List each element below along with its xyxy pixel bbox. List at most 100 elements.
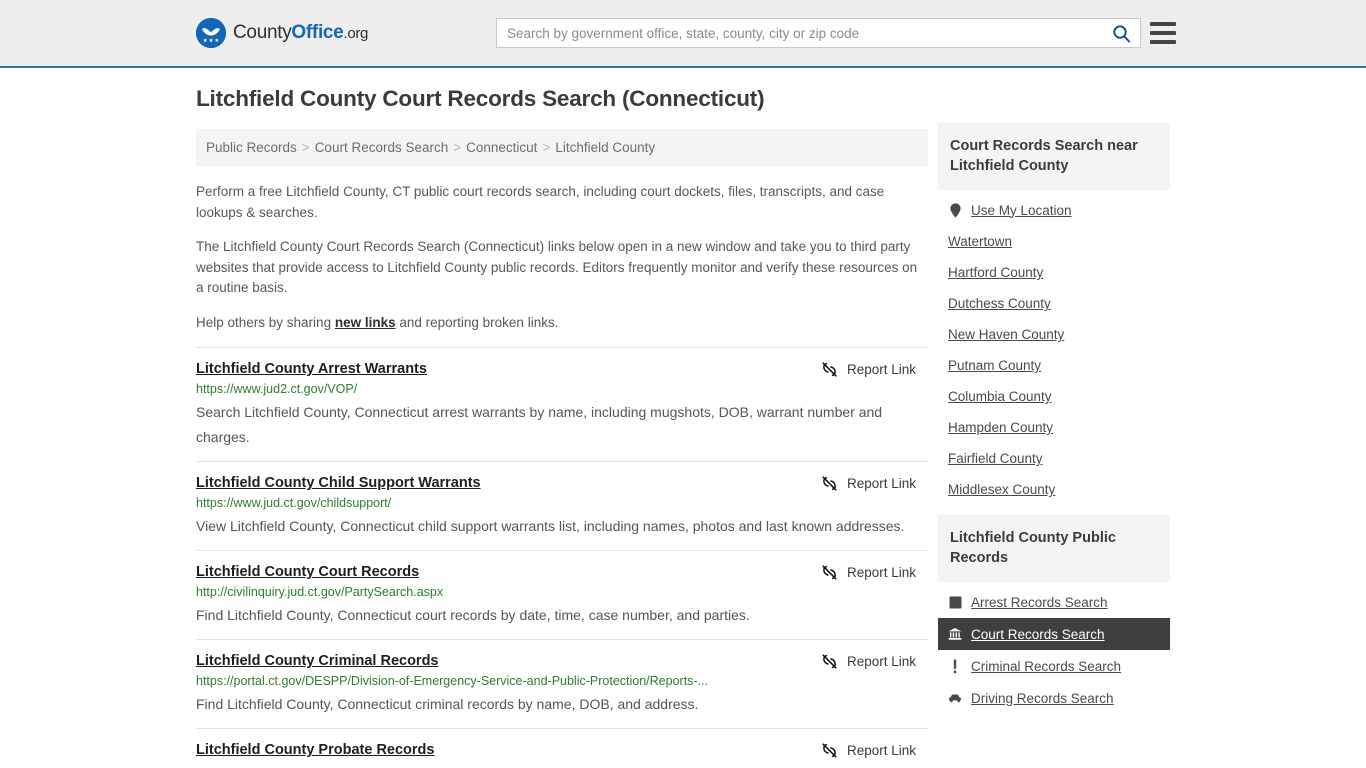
- sidebar-item-label[interactable]: New Haven County: [948, 327, 1064, 342]
- menu-bar-2: [1150, 31, 1176, 35]
- search-button[interactable]: [1102, 19, 1140, 47]
- sidebar-item-court-records-search[interactable]: Court Records Search: [938, 618, 1170, 650]
- sidebar-item-driving-records-search[interactable]: Driving Records Search: [938, 682, 1170, 714]
- result-title-link[interactable]: Litchfield County Arrest Warrants: [196, 361, 427, 377]
- sidebar-item-label[interactable]: Dutchess County: [948, 296, 1051, 311]
- report-link-button[interactable]: Report Link: [821, 742, 916, 759]
- courthouse-icon: [948, 626, 962, 642]
- report-link-button[interactable]: Report Link: [821, 361, 916, 378]
- result-item: Litchfield County Probate Records Report …: [196, 728, 928, 768]
- menu-bar-1: [1150, 22, 1176, 26]
- logo-text-org: .org: [343, 25, 369, 42]
- search-input[interactable]: [497, 19, 1102, 47]
- sidebar-item-label[interactable]: Putnam County: [948, 358, 1041, 373]
- panel-nearby-heading: Court Records Search near Litchfield Cou…: [938, 123, 1170, 190]
- site-header: CountyOffice.org: [0, 0, 1366, 68]
- broken-link-icon: [821, 564, 838, 581]
- broken-link-icon: [821, 475, 838, 492]
- breadcrumb-item-2[interactable]: Court Records Search: [315, 140, 449, 155]
- report-link-label: Report Link: [846, 565, 916, 580]
- result-item: Litchfield County Arrest Warrants https:/…: [196, 347, 928, 461]
- logo-text-office: Office: [291, 22, 344, 43]
- car-icon: [948, 690, 962, 706]
- breadcrumb-separator: >: [542, 140, 551, 155]
- sidebar-item-criminal-records-search[interactable]: Criminal Records Search: [938, 650, 1170, 682]
- report-link-button[interactable]: Report Link: [821, 564, 916, 581]
- report-link-label: Report Link: [846, 362, 916, 377]
- sidebar-item-use-my-location[interactable]: Use My Location: [938, 194, 1170, 226]
- sidebar-item-new-haven-county[interactable]: New Haven County: [938, 319, 1170, 350]
- sidebar-item-label[interactable]: Use My Location: [971, 203, 1072, 218]
- sidebar-item-label[interactable]: Driving Records Search: [971, 691, 1114, 706]
- site-logo[interactable]: CountyOffice.org: [196, 18, 368, 48]
- panel-nearby-searches: Court Records Search near Litchfield Cou…: [938, 123, 1170, 505]
- sidebar-item-label[interactable]: Criminal Records Search: [971, 659, 1121, 674]
- sidebar-item-putnam-county[interactable]: Putnam County: [938, 350, 1170, 381]
- sidebar-item-label[interactable]: Hampden County: [948, 420, 1053, 435]
- report-link-button[interactable]: Report Link: [821, 653, 916, 670]
- sidebar-item-middlesex-county[interactable]: Middlesex County: [938, 474, 1170, 505]
- fingerprint-card-icon: [948, 594, 962, 610]
- sidebar-item-arrest-records-search[interactable]: Arrest Records Search: [938, 586, 1170, 618]
- menu-bar-3: [1150, 40, 1176, 44]
- sidebar-item-fairfield-county[interactable]: Fairfield County: [938, 443, 1170, 474]
- sidebar-item-dutchess-county[interactable]: Dutchess County: [938, 288, 1170, 319]
- broken-link-icon: [821, 361, 838, 378]
- new-links-link[interactable]: new links: [335, 315, 396, 330]
- breadcrumb-separator: >: [301, 140, 310, 155]
- report-link-label: Report Link: [846, 743, 916, 758]
- result-item: Litchfield County Criminal Records https:…: [196, 639, 928, 728]
- result-url: https://www.jud.ct.gov/childsupport/: [196, 496, 392, 510]
- breadcrumb: Public Records > Court Records Search > Conn…: [196, 129, 928, 166]
- intro-p3-after: and reporting broken links.: [395, 314, 559, 330]
- sidebar-item-label[interactable]: Court Records Search: [971, 627, 1105, 642]
- report-link-button[interactable]: Report Link: [821, 475, 916, 492]
- page-title: Litchfield County Court Records Search (…: [196, 86, 765, 111]
- sidebar-item-label[interactable]: Hartford County: [948, 265, 1043, 280]
- broken-link-icon: [821, 653, 838, 670]
- countyoffice-eagle-logo-icon: [196, 18, 226, 48]
- result-url: https://portal.ct.gov/DESPP/Division-of-…: [196, 674, 708, 688]
- intro-paragraph-1: Perform a free Litchfield County, CT pub…: [196, 184, 885, 220]
- breadcrumb-item-3[interactable]: Connecticut: [466, 140, 537, 155]
- sidebar-item-columbia-county[interactable]: Columbia County: [938, 381, 1170, 412]
- result-title-link[interactable]: Litchfield County Probate Records: [196, 742, 434, 758]
- intro-paragraph-3: Help others by sharing new links and rep…: [196, 313, 928, 334]
- broken-link-icon: [821, 742, 838, 759]
- sidebar-item-label[interactable]: Columbia County: [948, 389, 1052, 404]
- search-bar[interactable]: [496, 18, 1141, 48]
- nearby-list: Use My Location Watertown Hartford County D…: [938, 190, 1170, 505]
- sidebar: Court Records Search near Litchfield Cou…: [938, 123, 1170, 724]
- result-description: Search Litchfield County, Connecticut ar…: [196, 404, 883, 445]
- public-records-list: Arrest Records Search Court Records Searc…: [938, 582, 1170, 714]
- result-item: Litchfield County Child Support Warrants…: [196, 461, 928, 550]
- panel-public-records: Litchfield County Public Records Arrest …: [938, 515, 1170, 714]
- sidebar-item-hartford-county[interactable]: Hartford County: [938, 257, 1170, 288]
- result-url: https://www.jud2.ct.gov/VOP/: [196, 382, 358, 396]
- results-list: Litchfield County Arrest Warrants https:/…: [196, 347, 928, 768]
- result-description: Find Litchfield County, Connecticut crim…: [196, 696, 699, 712]
- logo-text-county: County: [233, 22, 292, 43]
- breadcrumb-item-4[interactable]: Litchfield County: [555, 140, 655, 155]
- breadcrumb-item-1[interactable]: Public Records: [206, 140, 297, 155]
- sidebar-item-label[interactable]: Arrest Records Search: [971, 595, 1108, 610]
- result-description: Find Litchfield County, Connecticut cour…: [196, 607, 750, 623]
- search-icon: [1112, 24, 1131, 43]
- result-title-link[interactable]: Litchfield County Court Records: [196, 564, 419, 580]
- result-title-link[interactable]: Litchfield County Child Support Warrants: [196, 475, 481, 491]
- sidebar-item-label[interactable]: Fairfield County: [948, 451, 1043, 466]
- main-content: Litchfield County Court Records Search (…: [196, 86, 928, 768]
- hamburger-menu-icon[interactable]: [1150, 22, 1176, 44]
- panel-public-records-heading: Litchfield County Public Records: [938, 515, 1170, 582]
- sidebar-item-label[interactable]: Watertown: [948, 234, 1012, 249]
- result-item: Litchfield County Court Records http://ci…: [196, 550, 928, 639]
- intro-paragraph-2: The Litchfield County Court Records Sear…: [196, 239, 918, 295]
- site-logo-text: CountyOffice.org: [233, 22, 368, 44]
- sidebar-item-watertown[interactable]: Watertown: [938, 226, 1170, 257]
- sidebar-item-label[interactable]: Middlesex County: [948, 482, 1055, 497]
- result-description: View Litchfield County, Connecticut chil…: [196, 518, 905, 534]
- sidebar-item-hampden-county[interactable]: Hampden County: [938, 412, 1170, 443]
- report-link-label: Report Link: [846, 654, 916, 669]
- breadcrumb-separator: >: [453, 140, 462, 155]
- result-title-link[interactable]: Litchfield County Criminal Records: [196, 653, 439, 669]
